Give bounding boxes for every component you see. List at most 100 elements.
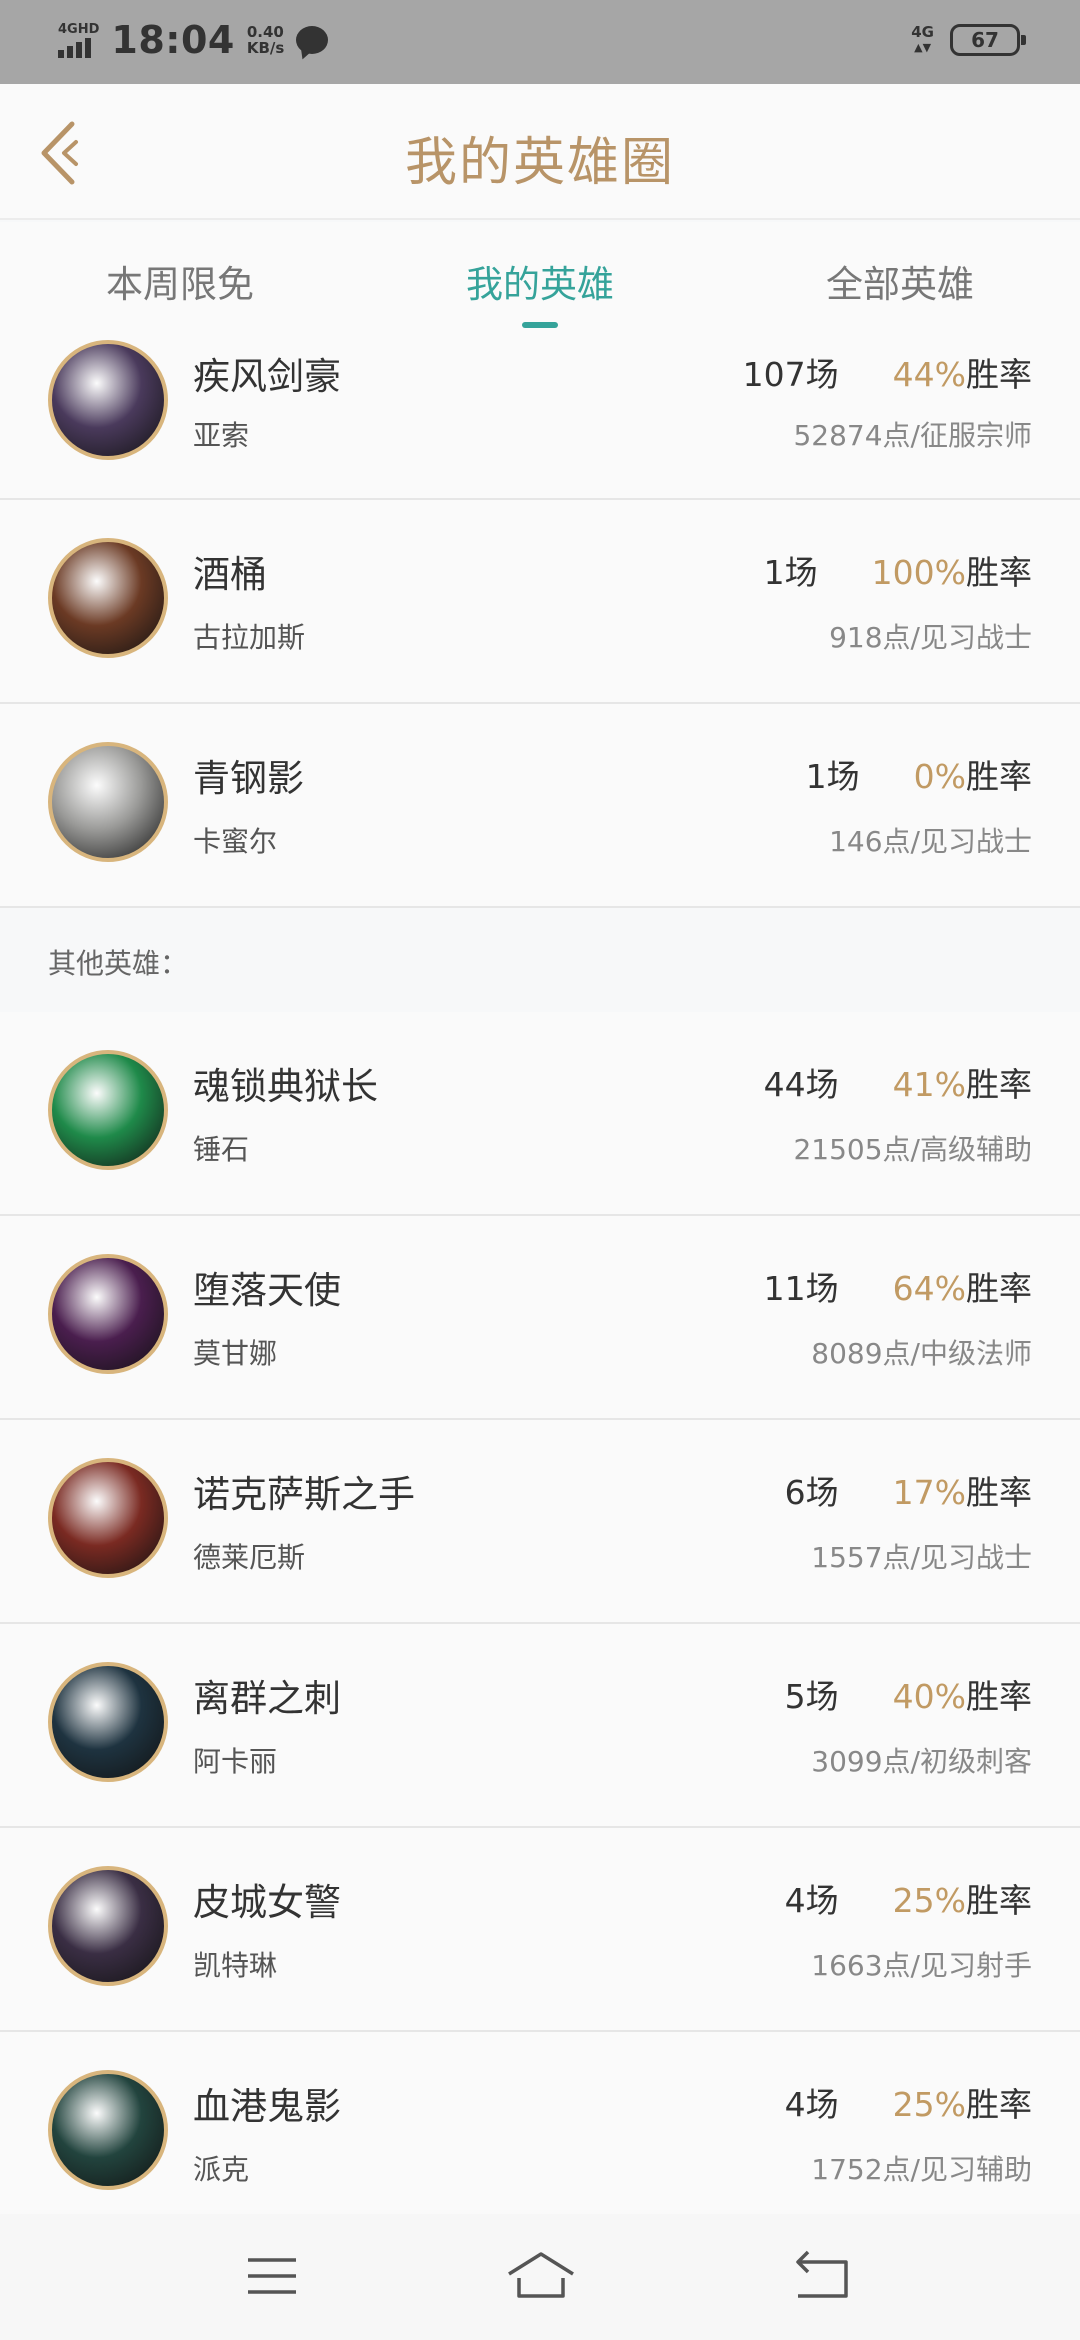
hero-row[interactable]: 皮城女警 凯特琳 4场 25%胜率 1663点/见习射手 bbox=[0, 1828, 1080, 2032]
hero-avatar bbox=[48, 742, 168, 862]
games-count: 11场 bbox=[763, 1269, 839, 1308]
games-count: 4场 bbox=[784, 2085, 839, 2124]
hero-name: 皮城女警 bbox=[193, 1881, 341, 1924]
games-count: 44场 bbox=[763, 1065, 839, 1104]
win-rate-label: 胜率 bbox=[966, 2085, 1032, 2124]
hero-avatar bbox=[48, 1458, 168, 1578]
hero-name: 疾风剑豪 bbox=[193, 355, 341, 398]
win-rate-label: 胜率 bbox=[966, 1065, 1032, 1104]
hero-subname: 德莱厄斯 bbox=[193, 1541, 306, 1574]
hero-points: 21505点/高级辅助 bbox=[793, 1133, 1032, 1166]
hero-avatar bbox=[48, 1254, 168, 1374]
hero-points: 146点/见习战士 bbox=[829, 825, 1032, 858]
games-count: 5场 bbox=[784, 1677, 839, 1716]
hero-name: 血港鬼影 bbox=[193, 2085, 341, 2128]
hero-row[interactable]: 魂锁典狱长 锤石 44场 41%胜率 21505点/高级辅助 bbox=[0, 1012, 1080, 1216]
hero-stats: 5场 40%胜率 bbox=[785, 1670, 1032, 1718]
menu-icon bbox=[248, 2258, 296, 2294]
active-tab-indicator bbox=[522, 322, 558, 328]
hero-name: 诺克萨斯之手 bbox=[193, 1473, 415, 1516]
win-rate: 40% bbox=[892, 1677, 966, 1716]
win-rate-label: 胜率 bbox=[966, 1269, 1032, 1308]
hero-points: 1752点/见习辅助 bbox=[811, 2153, 1032, 2186]
tab-all-heroes[interactable]: 全部英雄 bbox=[720, 254, 1080, 308]
hero-name: 离群之刺 bbox=[193, 1677, 341, 1720]
hero-row[interactable]: 堕落天使 莫甘娜 11场 64%胜率 8089点/中级法师 bbox=[0, 1216, 1080, 1420]
battery-icon: 67 bbox=[950, 24, 1026, 56]
hero-stats: 4场 25%胜率 bbox=[785, 2078, 1032, 2126]
hero-row[interactable]: 酒桶 古拉加斯 1场 100%胜率 918点/见习战士 bbox=[0, 500, 1080, 704]
games-count: 107场 bbox=[742, 355, 839, 394]
network-label: 4GHD bbox=[58, 21, 100, 37]
hero-subname: 凯特琳 bbox=[193, 1949, 278, 1982]
hero-name: 堕落天使 bbox=[193, 1269, 341, 1312]
hero-row[interactable]: 青钢影 卡蜜尔 1场 0%胜率 146点/见习战士 bbox=[0, 704, 1080, 908]
hero-row[interactable]: 诺克萨斯之手 德莱厄斯 6场 17%胜率 1557点/见习战士 bbox=[0, 1420, 1080, 1624]
hero-avatar bbox=[48, 340, 168, 460]
hero-stats: 1场 0%胜率 bbox=[806, 750, 1032, 798]
hero-points: 1663点/见习射手 bbox=[811, 1949, 1032, 1982]
message-icon bbox=[296, 26, 329, 54]
hero-subname: 古拉加斯 bbox=[193, 621, 306, 654]
win-rate: 0% bbox=[913, 757, 966, 796]
hero-subname: 莫甘娜 bbox=[193, 1337, 278, 1370]
win-rate: 64% bbox=[892, 1269, 966, 1308]
hero-avatar bbox=[48, 538, 168, 658]
win-rate: 25% bbox=[892, 2085, 966, 2124]
win-rate: 17% bbox=[892, 1473, 966, 1512]
win-rate: 25% bbox=[892, 1881, 966, 1920]
hero-avatar bbox=[48, 1866, 168, 1986]
win-rate-label: 胜率 bbox=[966, 757, 1032, 796]
page-title: 我的英雄圈 bbox=[404, 133, 675, 193]
hero-name: 青钢影 bbox=[193, 757, 304, 800]
mobile-data-icon: 4G ▲▼ bbox=[911, 23, 934, 55]
home-icon bbox=[508, 2252, 574, 2298]
win-rate: 41% bbox=[892, 1065, 966, 1104]
games-count: 1场 bbox=[805, 757, 860, 796]
games-count: 6场 bbox=[784, 1473, 839, 1512]
games-count: 1场 bbox=[763, 553, 818, 592]
hero-subname: 阿卡丽 bbox=[193, 1745, 278, 1778]
hero-row[interactable]: 疾风剑豪 亚索 107场 44%胜率 52874点/征服宗师 bbox=[0, 334, 1080, 500]
hero-points: 8089点/中级法师 bbox=[811, 1337, 1032, 1370]
clock: 18:04 bbox=[111, 18, 235, 62]
battery-level: 67 bbox=[971, 28, 999, 52]
win-rate-label: 胜率 bbox=[966, 553, 1032, 592]
hero-row[interactable]: 离群之刺 阿卡丽 5场 40%胜率 3099点/初级刺客 bbox=[0, 1624, 1080, 1828]
win-rate-label: 胜率 bbox=[966, 355, 1032, 394]
hero-name: 酒桶 bbox=[193, 553, 267, 596]
win-rate-label: 胜率 bbox=[966, 1473, 1032, 1512]
hero-row[interactable]: 血港鬼影 派克 4场 25%胜率 1752点/见习辅助 bbox=[0, 2032, 1080, 2236]
hero-points: 3099点/初级刺客 bbox=[811, 1745, 1032, 1778]
hero-stats: 11场 64%胜率 bbox=[764, 1262, 1032, 1310]
tab-bar: 本周限免 我的英雄 全部英雄 bbox=[0, 222, 1080, 334]
back-icon bbox=[796, 2250, 848, 2298]
system-nav-bar bbox=[0, 2214, 1080, 2340]
signal-icon: 4GHD bbox=[58, 23, 99, 58]
home-button[interactable] bbox=[505, 2244, 577, 2308]
hero-points: 52874点/征服宗师 bbox=[793, 419, 1032, 452]
other-heroes-label: 其他英雄： bbox=[0, 908, 1080, 1012]
hero-stats: 1场 100%胜率 bbox=[764, 546, 1032, 594]
win-rate: 44% bbox=[892, 355, 966, 394]
hero-list: 疾风剑豪 亚索 107场 44%胜率 52874点/征服宗师 酒桶 古拉加斯 1场… bbox=[0, 334, 1080, 2236]
hero-points: 1557点/见习战士 bbox=[811, 1541, 1032, 1574]
win-rate-label: 胜率 bbox=[966, 1881, 1032, 1920]
tab-my-heroes[interactable]: 我的英雄 bbox=[360, 254, 720, 308]
network-speed: 0.40 KB/s bbox=[246, 23, 285, 57]
hero-points: 918点/见习战士 bbox=[829, 621, 1032, 654]
tab-free-this-week[interactable]: 本周限免 bbox=[0, 254, 360, 308]
hero-avatar bbox=[48, 1662, 168, 1782]
app-header: 我的英雄圈 bbox=[0, 84, 1080, 220]
hero-stats: 44场 41%胜率 bbox=[764, 1058, 1032, 1106]
win-rate-label: 胜率 bbox=[966, 1677, 1032, 1716]
hero-subname: 派克 bbox=[193, 2153, 250, 2186]
hero-avatar bbox=[48, 1050, 168, 1170]
menu-button[interactable] bbox=[240, 2244, 304, 2308]
win-rate: 100% bbox=[871, 553, 966, 592]
hero-stats: 4场 25%胜率 bbox=[785, 1874, 1032, 1922]
back-nav-button[interactable] bbox=[790, 2244, 854, 2308]
hero-name: 魂锁典狱长 bbox=[193, 1065, 378, 1108]
hero-subname: 亚索 bbox=[193, 419, 250, 452]
hero-subname: 锤石 bbox=[193, 1133, 250, 1166]
